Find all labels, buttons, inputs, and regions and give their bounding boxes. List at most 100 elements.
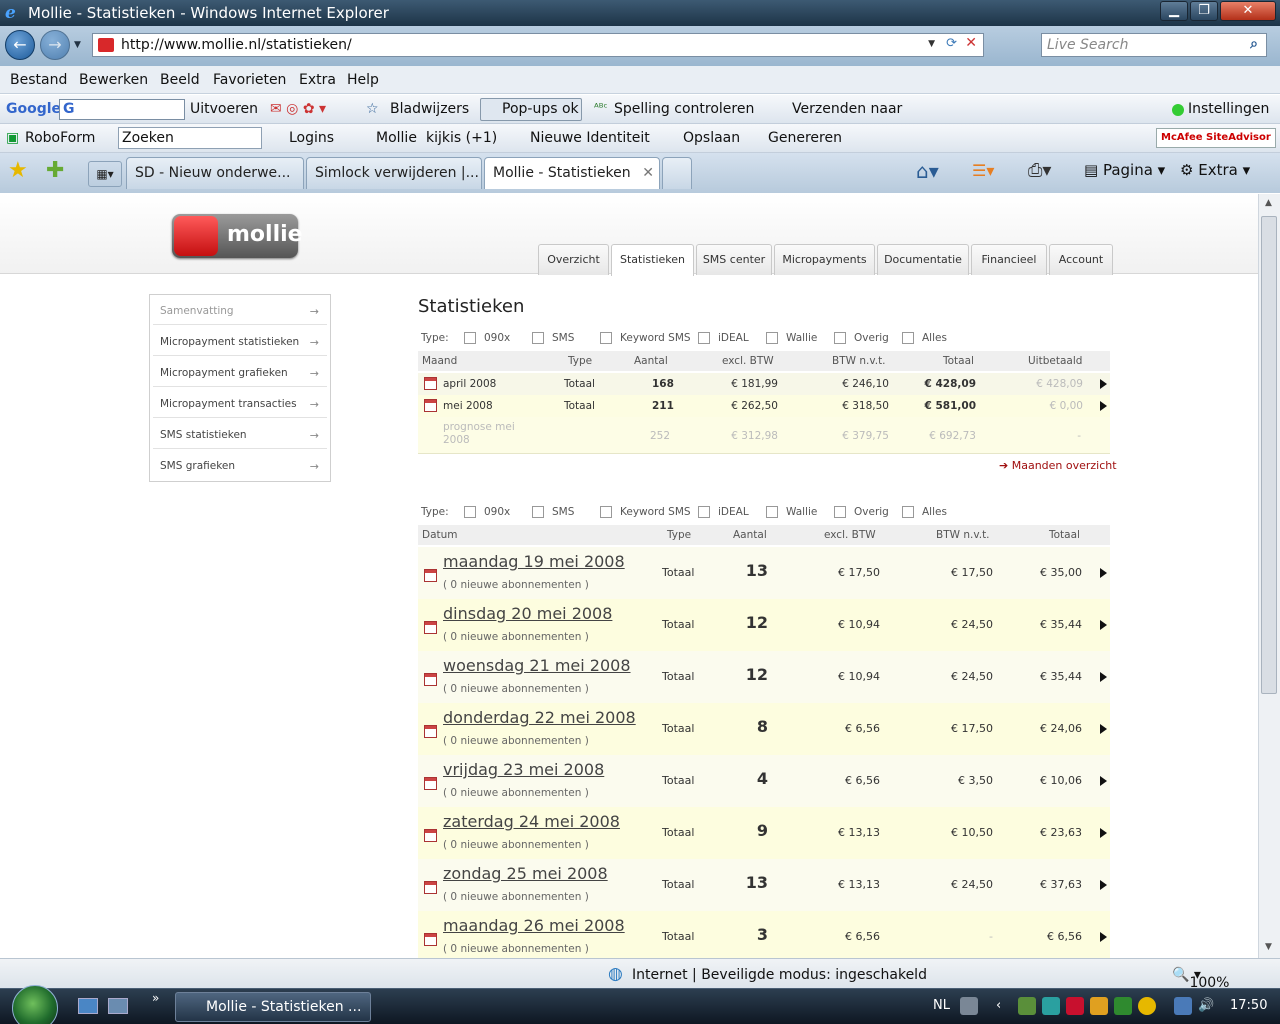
mcafee-tray-icon[interactable]	[1066, 997, 1084, 1015]
start-button[interactable]	[12, 985, 58, 1024]
forward-button[interactable]: →	[40, 30, 70, 60]
home-icon[interactable]: ⌂▾	[916, 159, 939, 183]
table-row[interactable]: zaterdag 24 mei 2008 ( 0 nieuwe abonnemen…	[418, 807, 1110, 859]
send-to-button[interactable]: Verzenden naar	[792, 101, 902, 117]
checkbox-sms[interactable]	[532, 506, 544, 518]
tab-simlock[interactable]: Simlock verwijderen |...	[306, 157, 482, 189]
expand-arrow-icon[interactable]	[1100, 932, 1107, 942]
generate-button[interactable]: Genereren	[768, 130, 842, 146]
months-overview-link[interactable]: ➔ Maanden overzicht	[999, 459, 1117, 472]
checkbox-ideal[interactable]	[698, 506, 710, 518]
date-link[interactable]: dinsdag 20 mei 2008	[443, 604, 612, 623]
expand-arrow-icon[interactable]	[1100, 568, 1107, 578]
expand-arrow-icon[interactable]	[1100, 379, 1107, 389]
expand-arrow-icon[interactable]	[1100, 620, 1107, 630]
nav-tab-statistieken[interactable]: Statistieken	[611, 244, 694, 276]
sidebar-item-samenvatting[interactable]: Samenvatting →	[153, 298, 327, 325]
language-indicator[interactable]: NL	[933, 998, 950, 1013]
tab-close-icon[interactable]: ✕	[642, 158, 654, 188]
mollie-login-button[interactable]: Mollie	[376, 130, 417, 146]
taskbar-window-button[interactable]: Mollie - Statistieken ...	[175, 992, 371, 1022]
switch-windows-icon[interactable]	[108, 998, 128, 1014]
table-row[interactable]: donderdag 22 mei 2008 ( 0 nieuwe abonneme…	[418, 703, 1110, 755]
date-link[interactable]: woensdag 21 mei 2008	[443, 656, 631, 675]
scroll-up-icon[interactable]: ▲	[1265, 198, 1272, 208]
date-link[interactable]: zaterdag 24 mei 2008	[443, 812, 620, 831]
refresh-icon[interactable]: ⟳	[946, 36, 957, 51]
menu-file[interactable]: Bestand	[10, 72, 67, 88]
google-search-input[interactable]	[59, 99, 185, 120]
mcafee-siteadvisor-button[interactable]: McAfee SiteAdvisor	[1156, 128, 1276, 148]
stop-icon[interactable]: ✕	[965, 35, 977, 51]
quick-tabs-icon[interactable]: ▦▾	[88, 161, 122, 187]
expand-arrow-icon[interactable]	[1100, 880, 1107, 890]
logins-button[interactable]: Logins	[289, 130, 334, 146]
nav-tab-sms-center[interactable]: SMS center	[696, 244, 772, 275]
clock[interactable]: 17:50	[1230, 998, 1267, 1013]
show-desktop-icon[interactable]	[78, 998, 98, 1014]
settings-button[interactable]: Instellingen	[1188, 101, 1269, 117]
tray-expand-icon[interactable]: ‹	[996, 998, 1001, 1013]
keyboard-icon[interactable]	[960, 997, 978, 1015]
history-dropdown-icon[interactable]: ▼	[74, 40, 81, 50]
checkbox-ideal[interactable]	[698, 332, 710, 344]
checkbox-keyword-sms[interactable]	[600, 506, 612, 518]
menu-favorites[interactable]: Favorieten	[213, 72, 286, 88]
tray-app-icon[interactable]	[1114, 997, 1132, 1015]
roboform-button[interactable]: RoboForm	[25, 130, 95, 146]
maximize-button[interactable]: ❐	[1190, 1, 1218, 21]
sidebar-item-sms-grafieken[interactable]: SMS grafieken →	[153, 453, 327, 480]
kijkis-login-button[interactable]: kijkis (+1)	[426, 130, 497, 146]
tray-app-icon[interactable]	[1042, 997, 1060, 1015]
nav-tab-financieel[interactable]: Financieel	[971, 244, 1047, 275]
menu-edit[interactable]: Bewerken	[79, 72, 148, 88]
date-link[interactable]: zondag 25 mei 2008	[443, 864, 608, 883]
save-button[interactable]: Opslaan	[683, 130, 740, 146]
menu-help[interactable]: Help	[347, 72, 379, 88]
checkbox-wallie[interactable]	[766, 506, 778, 518]
date-link[interactable]: vrijdag 23 mei 2008	[443, 760, 604, 779]
nav-tab-documentatie[interactable]: Documentatie	[877, 244, 969, 275]
tray-app-icon[interactable]	[1018, 997, 1036, 1015]
bookmarks-button[interactable]: Bladwijzers	[390, 101, 469, 117]
tab-mollie[interactable]: Mollie - Statistieken ✕	[484, 157, 660, 189]
print-icon[interactable]: ⎙▾	[1028, 160, 1051, 181]
sidebar-item-micropayment-statistieken[interactable]: Micropayment statistieken →	[153, 329, 327, 356]
table-row[interactable]: woensdag 21 mei 2008 ( 0 nieuwe abonnemen…	[418, 651, 1110, 703]
scroll-thumb[interactable]	[1261, 216, 1277, 694]
expand-arrow-icon[interactable]	[1100, 401, 1107, 411]
table-row[interactable]: zondag 25 mei 2008 ( 0 nieuwe abonnemente…	[418, 859, 1110, 911]
url-field[interactable]: http://www.mollie.nl/statistieken/ ▼ ⟳ ✕	[92, 33, 984, 57]
expand-arrow-icon[interactable]	[1100, 828, 1107, 838]
menu-tools[interactable]: Extra	[299, 72, 336, 88]
page-menu-button[interactable]: ▤ Pagina ▾	[1084, 161, 1165, 179]
spelling-button[interactable]: Spelling controleren	[614, 101, 754, 117]
menu-view[interactable]: Beeld	[160, 72, 200, 88]
sidebar-item-micropayment-transacties[interactable]: Micropayment transacties →	[153, 391, 327, 418]
close-button[interactable]: ✕	[1220, 1, 1276, 21]
google-tools-icon[interactable]: ✉ ◎ ✿ ▾	[270, 101, 326, 117]
expand-arrow-icon[interactable]	[1100, 724, 1107, 734]
tab-sd[interactable]: SD - Nieuw onderwe...	[126, 157, 304, 189]
url-dropdown-icon[interactable]: ▼	[928, 39, 935, 49]
checkbox-alles[interactable]	[902, 506, 914, 518]
feeds-icon[interactable]: ☰▾	[972, 161, 994, 180]
tray-app-icon[interactable]	[1090, 997, 1108, 1015]
expand-arrow-icon[interactable]	[1100, 672, 1107, 682]
checkbox-keyword-sms[interactable]	[600, 332, 612, 344]
table-row[interactable]: maandag 26 mei 2008 ( 0 nieuwe abonnement…	[418, 911, 1110, 958]
checkbox-overig[interactable]	[834, 506, 846, 518]
table-row[interactable]: vrijdag 23 mei 2008 ( 0 nieuwe abonnement…	[418, 755, 1110, 807]
date-link[interactable]: donderdag 22 mei 2008	[443, 708, 636, 727]
date-link[interactable]: maandag 19 mei 2008	[443, 552, 625, 571]
nav-tab-overzicht[interactable]: Overzicht	[538, 244, 609, 275]
zoom-level[interactable]: 🔍 100% ▾	[1172, 967, 1229, 991]
volume-icon[interactable]: 🔊	[1198, 998, 1214, 1013]
expand-arrow-icon[interactable]	[1100, 776, 1107, 786]
new-tab-button[interactable]	[662, 157, 692, 189]
sidebar-item-micropayment-grafieken[interactable]: Micropayment grafieken →	[153, 360, 327, 387]
new-identity-button[interactable]: Nieuwe Identiteit	[530, 130, 650, 146]
quicklaunch-overflow-icon[interactable]: »	[152, 991, 159, 1005]
scroll-down-icon[interactable]: ▼	[1265, 942, 1272, 952]
table-row[interactable]: april 2008 Totaal 168 € 181,99 € 246,10 …	[418, 373, 1110, 395]
